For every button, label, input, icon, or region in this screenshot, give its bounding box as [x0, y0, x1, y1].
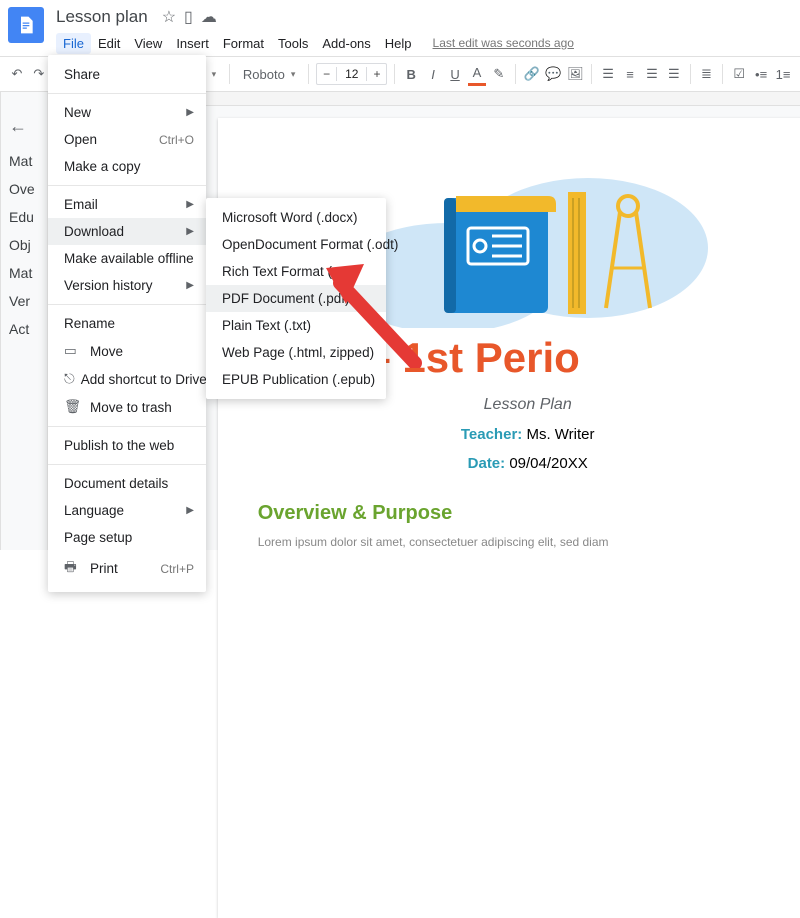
separator	[48, 464, 206, 465]
underline-icon[interactable]: U	[446, 62, 464, 86]
bulleted-list-icon[interactable]: •≡	[752, 62, 770, 86]
align-justify-icon[interactable]: ☰	[665, 62, 683, 86]
menu-format[interactable]: Format	[216, 33, 271, 54]
outline-item[interactable]: Act	[9, 315, 35, 343]
outline-item[interactable]: Ove	[9, 175, 35, 203]
outline-item[interactable]: Mat	[9, 147, 35, 175]
docs-logo-icon[interactable]	[8, 7, 44, 43]
file-menu-publish-web[interactable]: Publish to the web	[48, 432, 206, 459]
bold-icon[interactable]: B	[402, 62, 420, 86]
teacher-line: Teacher: Ms. Writer	[258, 426, 798, 443]
font-size-value[interactable]: 12	[336, 67, 367, 81]
align-right-icon[interactable]: ☰	[643, 62, 661, 86]
italic-icon[interactable]: I	[424, 62, 442, 86]
file-menu-page-setup[interactable]: Page setup	[48, 524, 206, 551]
chevron-right-icon: ▶	[186, 107, 194, 118]
folder-move-icon: ▭	[64, 343, 84, 359]
file-menu-move-trash[interactable]: 🗑Move to trash	[48, 393, 206, 421]
outline-item[interactable]: Ver	[9, 287, 35, 315]
separator	[48, 304, 206, 305]
download-epub[interactable]: EPUB Publication (.epub)	[206, 366, 386, 393]
separator	[690, 64, 691, 84]
checklist-icon[interactable]: ☑	[730, 62, 748, 86]
text-color-icon[interactable]: A	[468, 62, 486, 86]
drive-shortcut-icon: ⎋	[64, 371, 75, 387]
file-menu-version-history[interactable]: Version history▶	[48, 272, 206, 299]
align-center-icon[interactable]: ≡	[621, 62, 639, 86]
undo-icon[interactable]: ↶	[8, 62, 26, 86]
menu-edit[interactable]: Edit	[91, 33, 127, 54]
chevron-right-icon: ▶	[186, 199, 194, 210]
file-menu-share[interactable]: Share	[48, 61, 206, 88]
file-menu-email[interactable]: Email▶	[48, 191, 206, 218]
separator	[515, 64, 516, 84]
separator	[48, 93, 206, 94]
body-text: Lorem ipsum dolor sit amet, consectetuer…	[258, 535, 798, 549]
font-size-stepper[interactable]: − 12 +	[316, 63, 387, 85]
insert-link-icon[interactable]: 🔗	[523, 62, 541, 86]
file-menu-move[interactable]: ▭Move	[48, 337, 206, 365]
menu-help[interactable]: Help	[378, 33, 419, 54]
file-menu-make-copy[interactable]: Make a copy	[48, 153, 206, 180]
file-menu-add-shortcut[interactable]: ⎋Add shortcut to Drive	[48, 365, 206, 393]
add-comment-icon[interactable]: 💬	[545, 62, 563, 86]
last-edit-link[interactable]: Last edit was seconds ago	[433, 36, 574, 50]
menubar: File Edit View Insert Format Tools Add-o…	[0, 30, 800, 56]
align-left-icon[interactable]: ☰	[599, 62, 617, 86]
star-icon[interactable]: ☆	[162, 7, 176, 27]
file-menu-dropdown: Share New▶ OpenCtrl+O Make a copy Email▶…	[48, 55, 206, 592]
outline-item[interactable]: Edu	[9, 203, 35, 231]
menu-tools[interactable]: Tools	[271, 33, 315, 54]
file-menu-make-offline[interactable]: Make available offline	[48, 245, 206, 272]
separator	[591, 64, 592, 84]
line-spacing-icon[interactable]: ≣	[698, 62, 716, 86]
file-menu-rename[interactable]: Rename	[48, 310, 206, 337]
cloud-status-icon[interactable]: ☁	[201, 7, 217, 27]
insert-image-icon[interactable]: 🖼	[566, 62, 584, 86]
font-size-minus[interactable]: −	[317, 67, 336, 81]
print-icon: 🖶	[64, 557, 84, 580]
menu-addons[interactable]: Add-ons	[315, 33, 377, 54]
file-menu-print[interactable]: 🖶PrintCtrl+P	[48, 551, 206, 586]
separator	[722, 64, 723, 84]
file-menu-document-details[interactable]: Document details	[48, 470, 206, 497]
move-folder-icon[interactable]: ▯	[184, 7, 193, 27]
chevron-right-icon: ▶	[186, 505, 194, 516]
outline-item[interactable]: Obj	[9, 231, 35, 259]
download-docx[interactable]: Microsoft Word (.docx)	[206, 204, 386, 231]
outline-panel: ← Mat Ove Edu Obj Mat Ver Act	[1, 92, 48, 550]
highlight-color-icon[interactable]: ✎	[490, 62, 508, 86]
separator	[48, 426, 206, 427]
chevron-right-icon: ▶	[186, 280, 194, 291]
annotation-arrow-icon	[320, 248, 430, 368]
file-menu-language[interactable]: Language▶	[48, 497, 206, 524]
section-heading: Overview & Purpose	[258, 502, 798, 525]
file-menu-new[interactable]: New▶	[48, 99, 206, 126]
menu-insert[interactable]: Insert	[169, 33, 216, 54]
separator	[394, 64, 395, 84]
separator	[308, 64, 309, 84]
menu-file[interactable]: File	[56, 33, 91, 54]
chevron-right-icon: ▶	[186, 226, 194, 237]
redo-icon[interactable]: ↷	[30, 62, 48, 86]
date-line: Date: 09/04/20XX	[258, 455, 798, 472]
titlebar: Lesson plan ☆ ▯ ☁	[0, 0, 800, 30]
trash-icon: 🗑	[64, 399, 84, 415]
outline-item[interactable]: Mat	[9, 259, 35, 287]
separator	[229, 64, 230, 84]
document-title[interactable]: Lesson plan	[56, 7, 148, 27]
outline-back-icon[interactable]: ←	[9, 112, 35, 147]
font-size-plus[interactable]: +	[367, 67, 386, 81]
file-menu-download[interactable]: Download▶	[48, 218, 206, 245]
file-menu-open[interactable]: OpenCtrl+O	[48, 126, 206, 153]
font-family-select[interactable]: Roboto▾	[237, 62, 301, 86]
numbered-list-icon[interactable]: 1≡	[774, 62, 792, 86]
menu-view[interactable]: View	[127, 33, 169, 54]
separator	[48, 185, 206, 186]
